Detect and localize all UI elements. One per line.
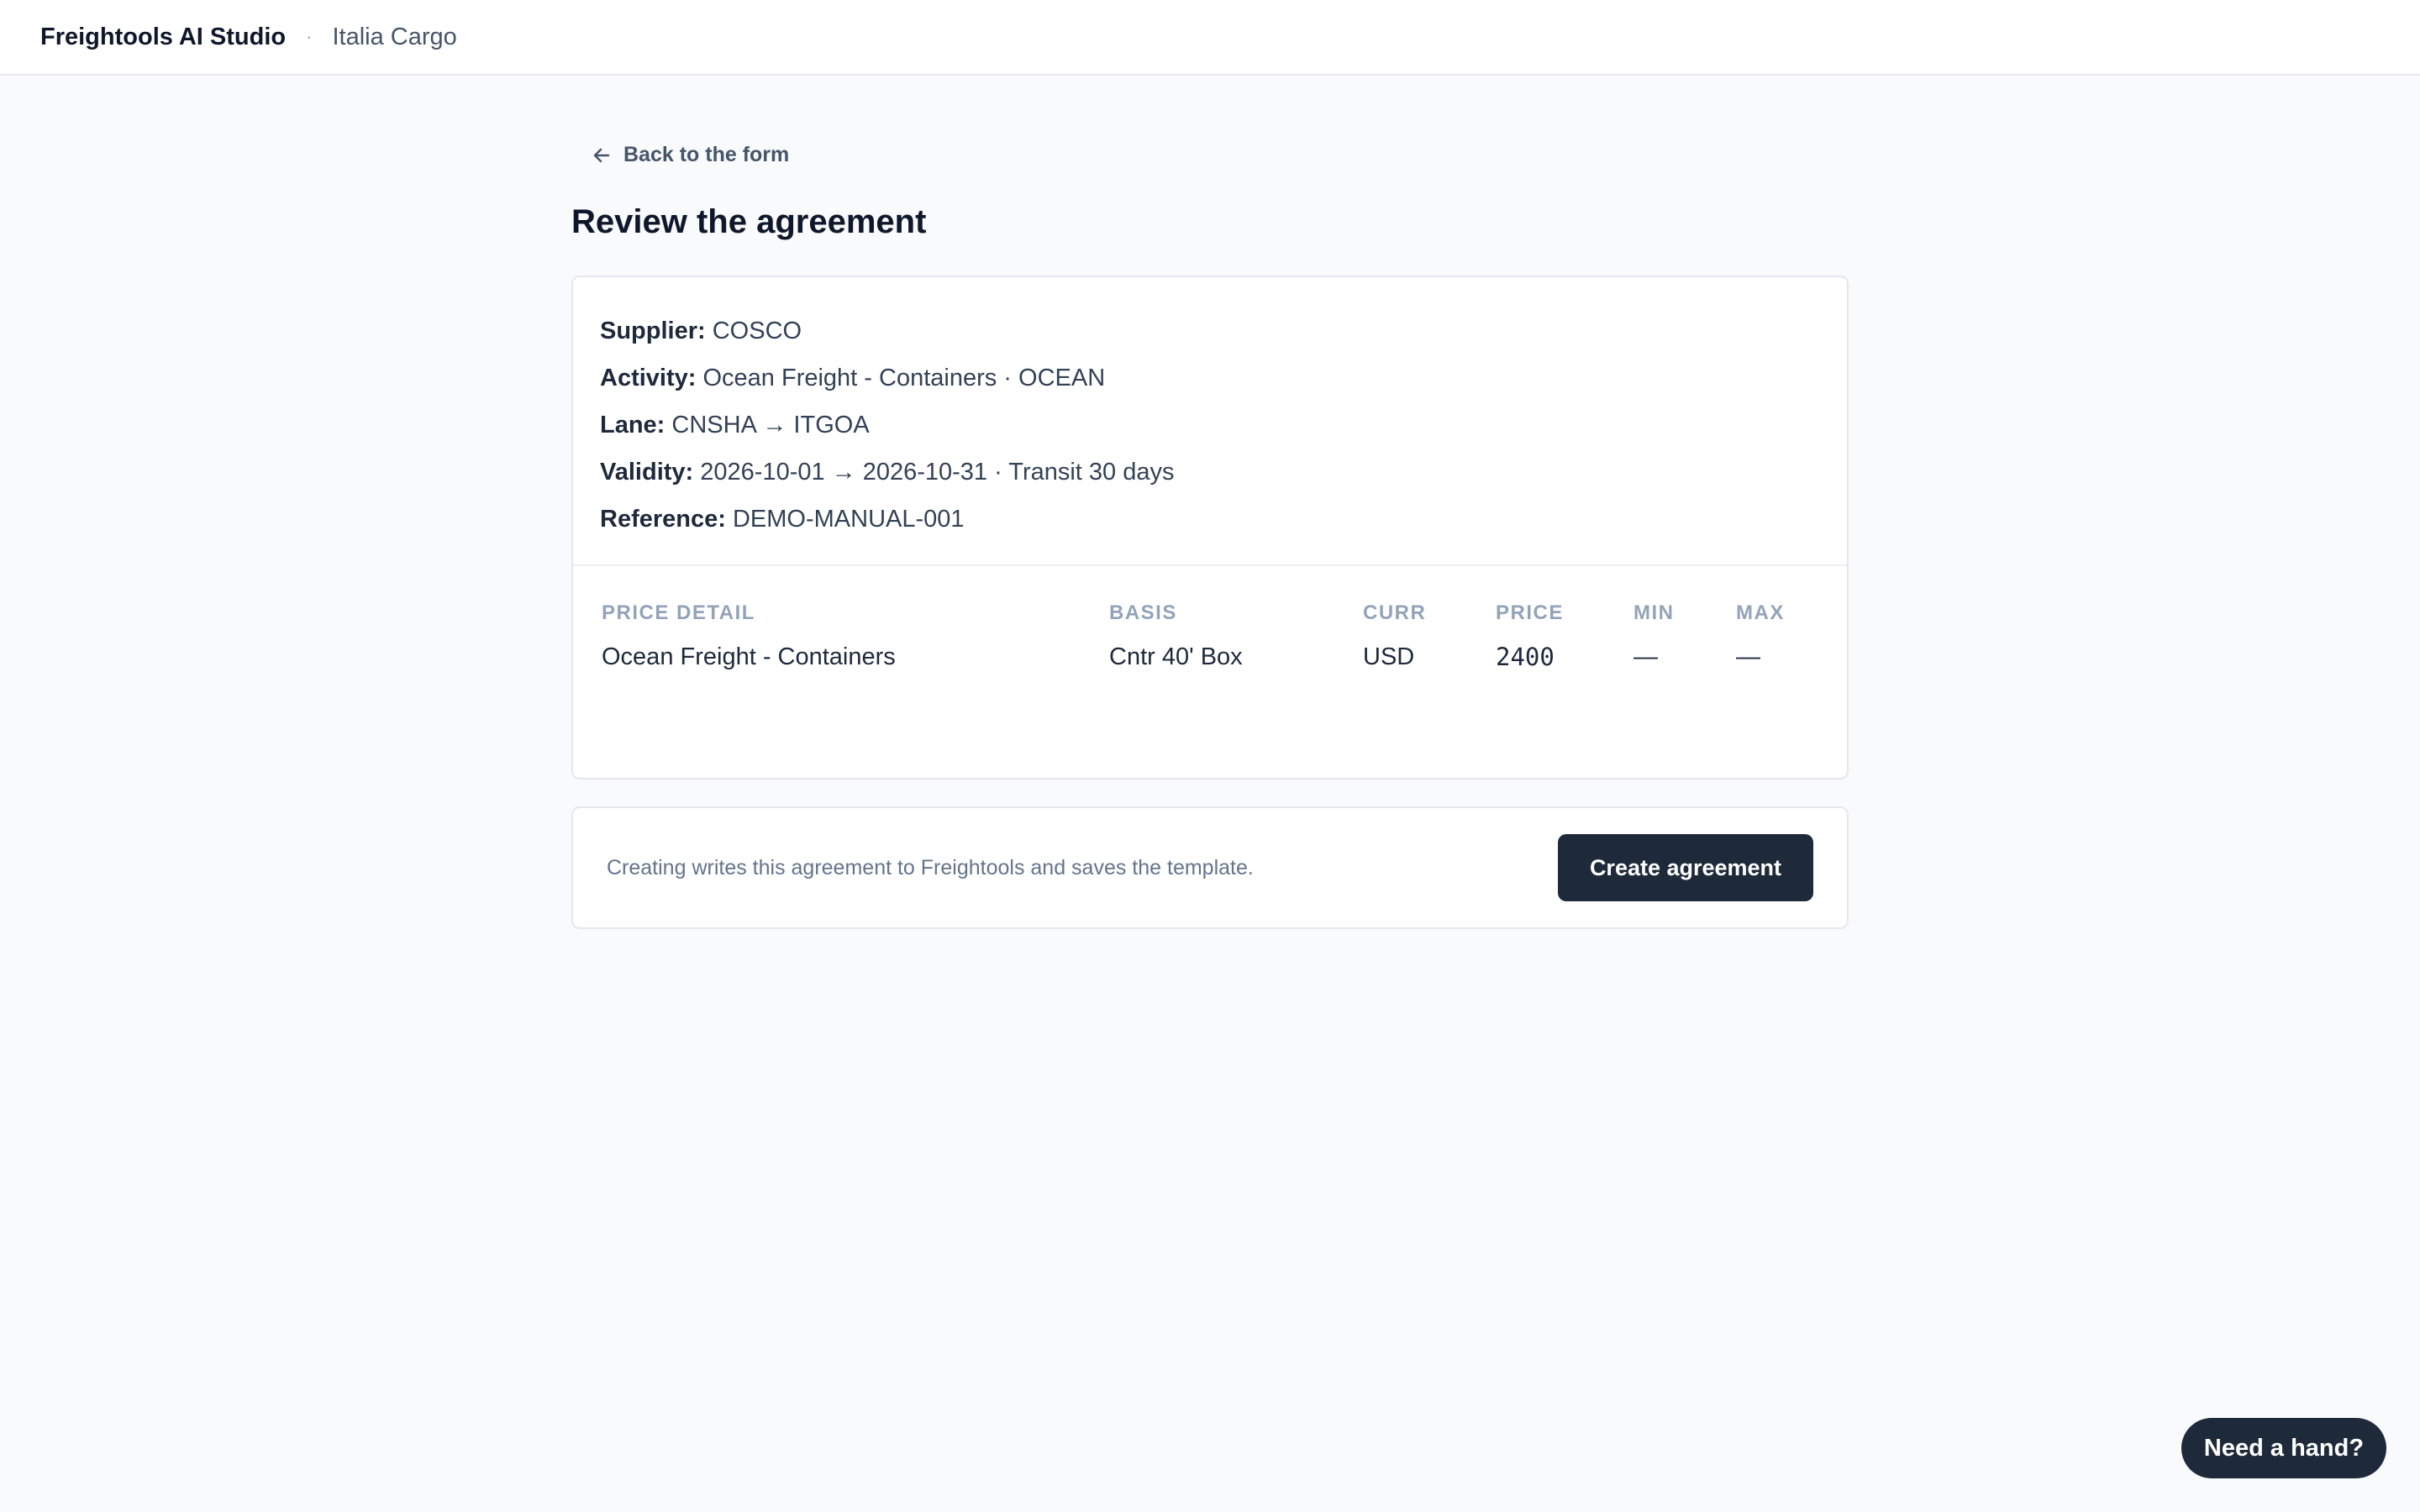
create-agreement-button[interactable]: Create agreement: [1558, 834, 1813, 901]
back-link-label: Back to the form: [623, 143, 790, 166]
brand-name[interactable]: Freightools AI Studio: [40, 24, 286, 51]
cell-max: —: [1736, 643, 1760, 670]
activity-label: Activity:: [600, 365, 697, 391]
arrow-left-icon: [593, 148, 610, 162]
create-note: Creating writes this agreement to Freigh…: [607, 855, 1254, 879]
lane-line: Lane: CNSHA → ITGOA: [600, 402, 1820, 449]
column-header-basis: BASIS: [1109, 601, 1177, 624]
column-header-currency: CURR: [1363, 601, 1427, 624]
validity-line: Validity: 2026-10-01 → 2026-10-31 · Tran…: [600, 449, 1820, 496]
create-action-card: Creating writes this agreement to Freigh…: [571, 806, 1849, 929]
cell-basis: Cntr 40' Box: [1109, 643, 1243, 670]
agreement-details: Supplier: COSCO Activity: Ocean Freight …: [573, 277, 1847, 566]
back-to-form-link[interactable]: Back to the form: [592, 143, 789, 167]
cell-price-detail: Ocean Freight - Containers: [602, 643, 896, 670]
validity-value: 2026-10-01 → 2026-10-31 · Transit 30 day…: [700, 459, 1175, 486]
cell-currency: USD: [1363, 643, 1415, 670]
table-row: Ocean Freight - Containers Cntr 40' Box …: [602, 632, 1820, 682]
column-header-price-detail: PRICE DETAIL: [602, 601, 755, 624]
activity-value: Ocean Freight - Containers · OCEAN: [702, 365, 1106, 391]
cell-price: 2400: [1496, 643, 1555, 671]
need-a-hand-button[interactable]: Need a hand?: [2181, 1418, 2386, 1478]
reference-value: DEMO-MANUAL-001: [732, 506, 965, 533]
reference-line: Reference: DEMO-MANUAL-001: [600, 496, 1820, 543]
validity-label: Validity:: [600, 459, 694, 486]
column-header-min: MIN: [1634, 601, 1675, 624]
lane-value: CNSHA → ITGOA: [671, 412, 870, 438]
supplier-value: COSCO: [712, 318, 802, 344]
agreement-summary-card: Supplier: COSCO Activity: Ocean Freight …: [571, 276, 1849, 780]
page-title: Review the agreement: [571, 203, 927, 240]
header-separator: ·: [306, 26, 313, 47]
price-table-header-row: PRICE DETAIL BASIS CURR PRICE MIN MAX: [602, 595, 1820, 632]
organization-name: Italia Cargo: [332, 23, 457, 50]
top-bar: Freightools AI Studio · Italia Cargo: [0, 0, 2420, 76]
cell-min: —: [1634, 643, 1658, 670]
supplier-label: Supplier:: [600, 318, 706, 344]
activity-line: Activity: Ocean Freight - Containers · O…: [600, 354, 1820, 402]
price-table: PRICE DETAIL BASIS CURR PRICE MIN MAX Oc…: [602, 595, 1820, 682]
lane-label: Lane:: [600, 412, 666, 438]
reference-label: Reference:: [600, 506, 726, 533]
column-header-price: PRICE: [1496, 601, 1564, 624]
supplier-line: Supplier: COSCO: [600, 307, 1820, 354]
column-header-max: MAX: [1736, 601, 1785, 624]
